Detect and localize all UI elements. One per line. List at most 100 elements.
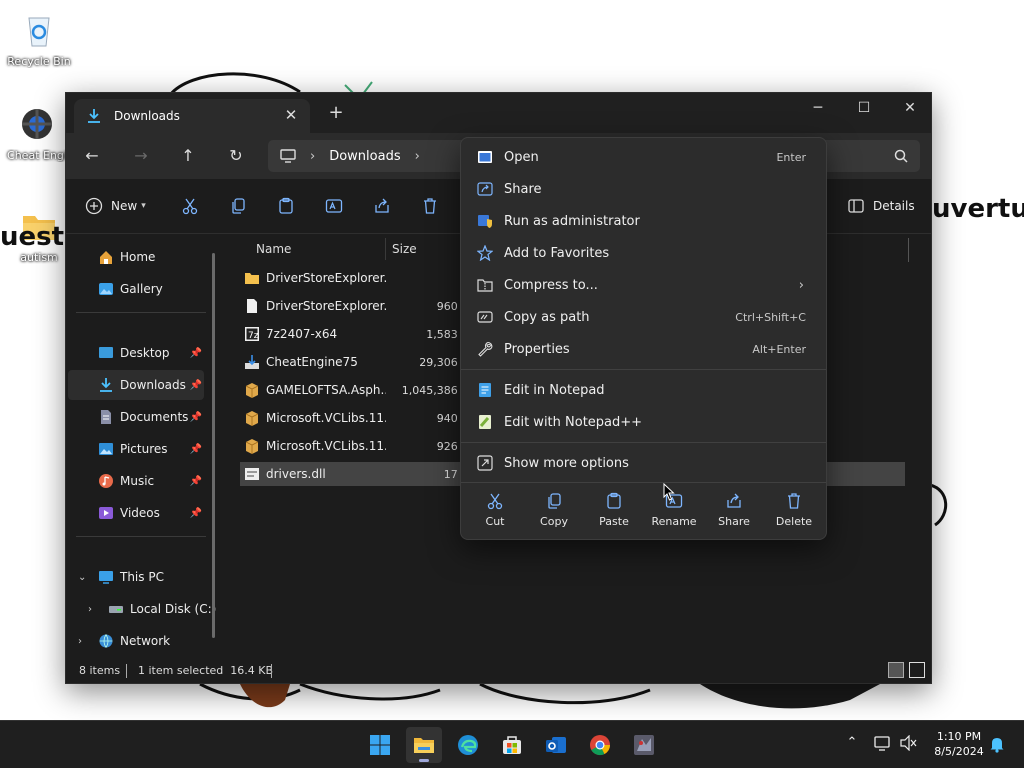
- taskbar-edge[interactable]: [450, 727, 486, 763]
- wallpaper-text-right: uvertu: [932, 194, 1024, 224]
- up-arrow-icon[interactable]: ↑: [175, 143, 201, 169]
- column-divider[interactable]: [385, 238, 386, 260]
- tab-downloads[interactable]: Downloads ✕: [74, 99, 310, 133]
- pin-icon[interactable]: 📌: [190, 508, 202, 519]
- sidebar-item-pictures[interactable]: Pictures 📌: [68, 434, 204, 464]
- taskbar-game[interactable]: [626, 727, 662, 763]
- back-arrow-icon[interactable]: ←: [79, 143, 105, 169]
- menu-item-open[interactable]: Open Enter: [467, 142, 820, 172]
- breadcrumb-downloads[interactable]: Downloads: [329, 149, 400, 164]
- sidebar-item-network[interactable]: › Network: [68, 626, 204, 656]
- pin-icon[interactable]: 📌: [190, 412, 202, 423]
- forward-arrow-icon[interactable]: →: [128, 143, 154, 169]
- status-selection: 1 item selected 16.4 KB: [138, 664, 274, 677]
- sidebar-item-this-pc[interactable]: ⌄ This PC: [68, 562, 204, 592]
- edge-icon: [458, 735, 478, 755]
- taskbar-store[interactable]: [494, 727, 530, 763]
- chevron-right-icon[interactable]: ›: [78, 636, 82, 647]
- system-clock[interactable]: 1:10 PM 8/5/2024: [925, 729, 993, 759]
- sidebar-scrollbar[interactable]: [212, 253, 215, 638]
- chrome-icon: [590, 735, 611, 756]
- taskbar-file-explorer[interactable]: [406, 727, 442, 763]
- package-icon: [245, 439, 259, 454]
- status-item-count: 8 items: [79, 664, 121, 677]
- close-window-icon[interactable]: ✕: [887, 93, 933, 125]
- sidebar-item-documents[interactable]: Documents 📌: [68, 402, 204, 432]
- copy-button[interactable]: [229, 194, 247, 218]
- scissors-icon: [487, 493, 503, 510]
- chevron-right-icon[interactable]: ›: [415, 149, 420, 164]
- menu-item-share[interactable]: Share: [467, 174, 820, 204]
- paste-button[interactable]: [277, 194, 295, 218]
- quick-action-copy[interactable]: Copy: [524, 490, 584, 536]
- title-bar: Downloads ✕ + ─ ☐ ✕: [66, 93, 931, 133]
- chevron-right-icon[interactable]: ›: [88, 604, 92, 615]
- tiles-view-icon[interactable]: [909, 662, 925, 678]
- details-pane-icon: [848, 199, 864, 213]
- notification-bell-icon[interactable]: [987, 735, 1007, 755]
- quick-action-share[interactable]: Share: [704, 490, 764, 536]
- menu-item-compress-to[interactable]: Compress to... ›: [467, 270, 820, 300]
- desktop-icon-recycle-bin[interactable]: Recycle Bin: [4, 10, 74, 68]
- volume-muted-icon[interactable]: [899, 734, 919, 755]
- column-header-name[interactable]: Name: [256, 238, 291, 260]
- chevron-down-icon[interactable]: ⌄: [78, 572, 86, 583]
- column-divider[interactable]: [908, 238, 909, 262]
- desktop-icon-cheat-engine[interactable]: Cheat Engi: [2, 104, 72, 162]
- file-icon: [247, 299, 257, 313]
- taskbar-start-button[interactable]: [362, 727, 398, 763]
- refresh-icon[interactable]: ↻: [223, 143, 249, 169]
- notepadpp-icon: [479, 415, 491, 429]
- quick-action-delete[interactable]: Delete: [764, 490, 824, 536]
- share-icon: [375, 198, 389, 213]
- maximize-icon[interactable]: ☐: [841, 93, 887, 125]
- sidebar-divider: [76, 536, 206, 537]
- minimize-icon[interactable]: ─: [795, 93, 841, 125]
- menu-item-add-to-favorites[interactable]: Add to Favorites: [467, 238, 820, 268]
- share-button[interactable]: [373, 194, 391, 218]
- dll-icon: [245, 468, 259, 480]
- quick-action-cut[interactable]: Cut: [465, 490, 525, 536]
- menu-item-edit-with-notepadpp[interactable]: Edit with Notepad++: [467, 407, 820, 437]
- menu-item-run-as-admin[interactable]: Run as administrator: [467, 206, 820, 236]
- close-tab-icon[interactable]: ✕: [284, 108, 298, 123]
- menu-item-copy-as-path[interactable]: Copy as path Ctrl+Shift+C: [467, 302, 820, 332]
- folder-icon: [245, 273, 259, 284]
- videos-icon: [99, 507, 113, 519]
- pin-icon[interactable]: 📌: [190, 348, 202, 359]
- details-button[interactable]: Details: [847, 194, 915, 218]
- rename-button[interactable]: [325, 194, 343, 218]
- menu-item-properties[interactable]: Properties Alt+Enter: [467, 334, 820, 364]
- menu-item-show-more-options[interactable]: Show more options: [467, 448, 820, 478]
- trash-icon: [788, 493, 800, 509]
- sidebar-item-music[interactable]: Music 📌: [68, 466, 204, 496]
- sidebar-item-downloads[interactable]: Downloads 📌: [68, 370, 204, 400]
- navigation-pane: Home Gallery Desktop 📌 Downloads 📌 Docum…: [66, 234, 218, 659]
- sidebar-item-local-disk[interactable]: › Local Disk (C:): [68, 594, 216, 624]
- quick-action-paste[interactable]: Paste: [584, 490, 644, 536]
- sidebar-item-home[interactable]: Home: [68, 242, 204, 272]
- details-view-icon[interactable]: [888, 662, 904, 678]
- delete-button[interactable]: [421, 194, 439, 218]
- cut-button[interactable]: [181, 194, 199, 218]
- rename-icon: [325, 199, 343, 213]
- sidebar-item-videos[interactable]: Videos 📌: [68, 498, 204, 528]
- sidebar-item-gallery[interactable]: Gallery: [68, 274, 204, 304]
- chevron-up-icon[interactable]: ⌃: [842, 735, 862, 755]
- network-tray-icon[interactable]: [873, 735, 893, 755]
- pin-icon[interactable]: 📌: [190, 380, 202, 391]
- menu-item-edit-in-notepad[interactable]: Edit in Notepad: [467, 375, 820, 405]
- pin-icon[interactable]: 📌: [190, 444, 202, 455]
- downloads-icon: [88, 109, 100, 123]
- chevron-right-icon[interactable]: ›: [310, 149, 315, 164]
- taskbar-chrome[interactable]: [582, 727, 618, 763]
- taskbar-outlook[interactable]: [538, 727, 574, 763]
- new-button[interactable]: New ▾: [85, 194, 146, 218]
- pin-icon[interactable]: 📌: [190, 476, 202, 487]
- network-icon: [99, 634, 113, 648]
- column-header-size[interactable]: Size: [392, 238, 417, 260]
- installer-icon: [245, 355, 259, 369]
- new-tab-icon[interactable]: +: [326, 103, 346, 123]
- pictures-icon: [99, 443, 113, 455]
- sidebar-item-desktop[interactable]: Desktop 📌: [68, 338, 204, 368]
